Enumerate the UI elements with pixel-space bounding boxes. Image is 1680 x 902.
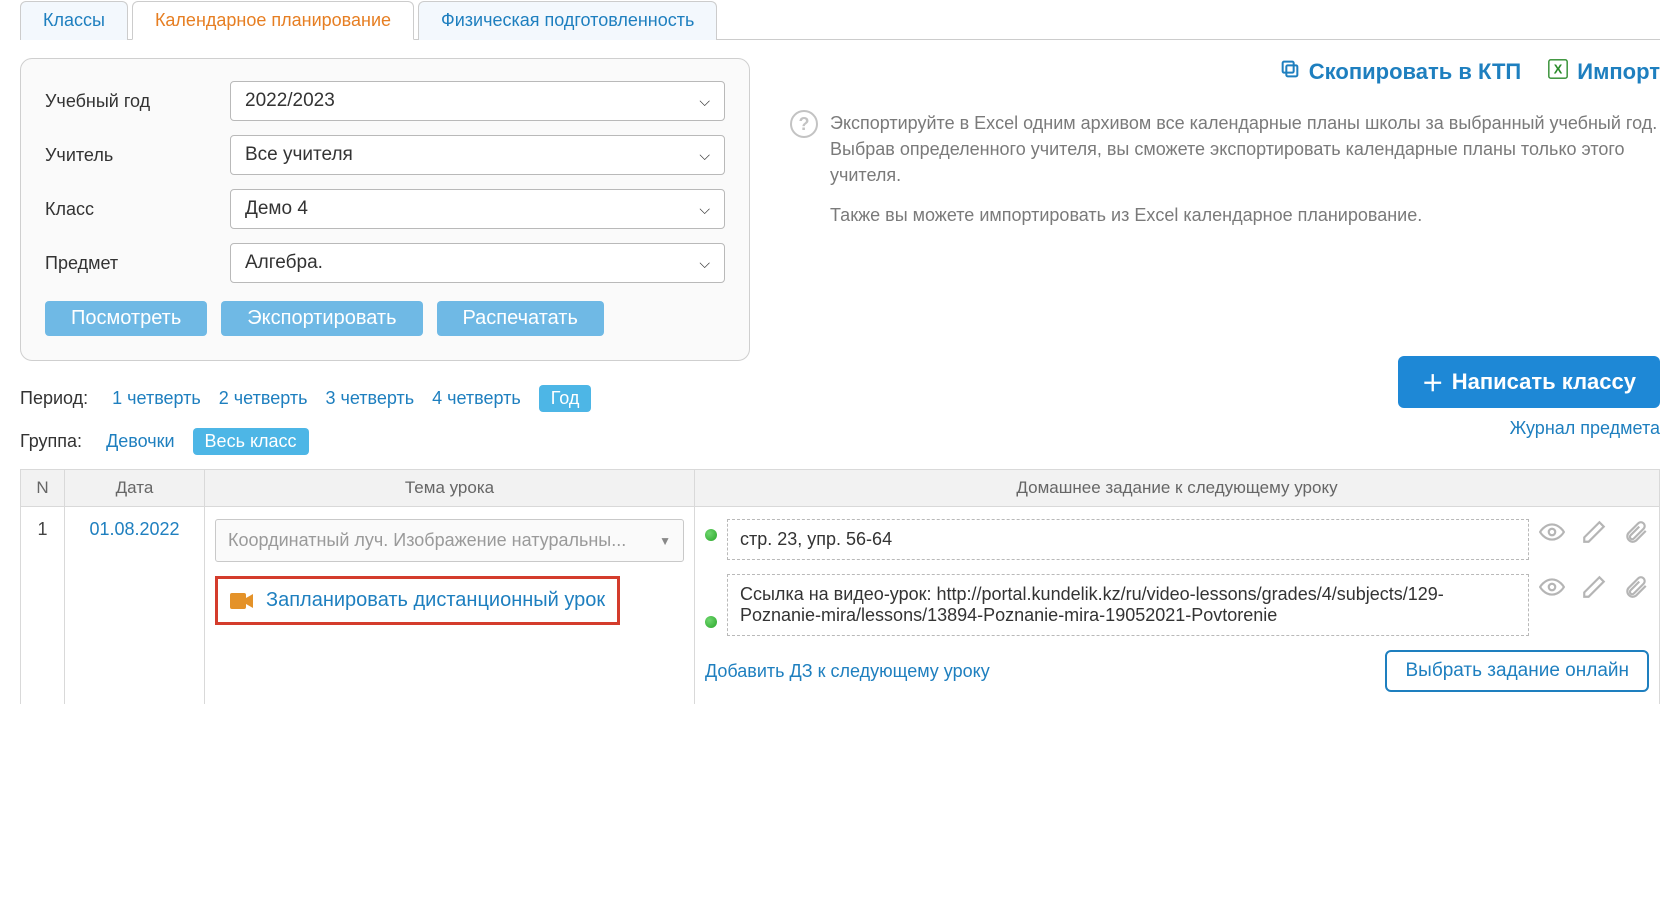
journal-link[interactable]: Журнал предмета xyxy=(1510,418,1660,439)
export-button[interactable]: Экспортировать xyxy=(221,301,422,336)
lessons-table: N Дата Тема урока Домашнее задание к сле… xyxy=(20,469,1660,704)
period-q2[interactable]: 2 четверть xyxy=(219,388,308,409)
subject-value: Алгебра. xyxy=(245,252,323,274)
topic-select[interactable]: Координатный луч. Изображение натуральны… xyxy=(215,519,684,562)
excel-icon: X xyxy=(1547,58,1569,86)
hw-text-2[interactable]: Ссылка на видео-урок: http://portal.kund… xyxy=(727,574,1529,636)
table-row: 1 01.08.2022 Координатный луч. Изображен… xyxy=(21,507,1660,705)
group-label: Группа: xyxy=(20,431,82,452)
tab-bar: Классы Календарное планирование Физическ… xyxy=(20,0,1660,40)
plan-distance-lesson[interactable]: Запланировать дистанционный урок xyxy=(215,576,620,625)
eye-icon[interactable] xyxy=(1539,574,1565,600)
filter-panel: Учебный год 2022/2023 ⌵ Учитель Все учит… xyxy=(20,58,750,361)
help-text: Экспортируйте в Excel одним архивом все … xyxy=(830,110,1660,228)
import-label: Импорт xyxy=(1577,59,1660,85)
teacher-select[interactable]: Все учителя ⌵ xyxy=(230,135,725,175)
view-button[interactable]: Посмотреть xyxy=(45,301,207,336)
write-class-button[interactable]: ＋ Написать классу xyxy=(1398,356,1660,408)
th-hw: Домашнее задание к следующему уроку xyxy=(695,470,1660,507)
help-text-2: Также вы можете импортировать из Excel к… xyxy=(830,202,1660,228)
pencil-icon[interactable] xyxy=(1581,519,1607,545)
class-select[interactable]: Демо 4 ⌵ xyxy=(230,189,725,229)
tab-classes[interactable]: Классы xyxy=(20,1,128,40)
subject-select[interactable]: Алгебра. ⌵ xyxy=(230,243,725,283)
teacher-value: Все учителя xyxy=(245,144,353,166)
cell-n: 1 xyxy=(21,507,65,705)
camera-icon xyxy=(230,592,254,610)
class-label: Класс xyxy=(45,199,230,220)
th-topic: Тема урока xyxy=(205,470,695,507)
chevron-down-icon: ⌵ xyxy=(699,93,710,110)
group-row: Группа: Девочки Весь класс xyxy=(20,428,309,455)
copy-ktp-link[interactable]: Скопировать в КТП xyxy=(1279,58,1521,86)
status-dot-icon xyxy=(705,529,717,541)
chevron-down-icon: ⌵ xyxy=(699,147,710,164)
print-button[interactable]: Распечатать xyxy=(437,301,604,336)
period-q3[interactable]: 3 четверть xyxy=(325,388,414,409)
add-hw-link[interactable]: Добавить ДЗ к следующему уроку xyxy=(705,661,990,682)
year-label: Учебный год xyxy=(45,91,230,112)
year-value: 2022/2023 xyxy=(245,90,335,112)
period-label: Период: xyxy=(20,388,88,409)
chevron-down-icon: ⌵ xyxy=(699,201,710,218)
table-header-row: N Дата Тема урока Домашнее задание к сле… xyxy=(21,470,1660,507)
paperclip-icon[interactable] xyxy=(1623,574,1649,600)
distance-link-label: Запланировать дистанционный урок xyxy=(266,589,605,612)
cell-date-link[interactable]: 01.08.2022 xyxy=(89,519,179,539)
period-q1[interactable]: 1 четверть xyxy=(112,388,201,409)
write-class-label: Написать классу xyxy=(1452,369,1636,395)
teacher-label: Учитель xyxy=(45,145,230,166)
pencil-icon[interactable] xyxy=(1581,574,1607,600)
svg-text:X: X xyxy=(1554,62,1563,77)
period-year[interactable]: Год xyxy=(539,385,592,412)
status-dot-icon xyxy=(705,616,717,628)
year-select[interactable]: 2022/2023 ⌵ xyxy=(230,81,725,121)
period-q4[interactable]: 4 четверть xyxy=(432,388,521,409)
th-date: Дата xyxy=(65,470,205,507)
eye-icon[interactable] xyxy=(1539,519,1565,545)
paperclip-icon[interactable] xyxy=(1623,519,1649,545)
group-girls[interactable]: Девочки xyxy=(106,431,174,452)
copy-icon xyxy=(1279,58,1301,86)
import-link[interactable]: X Импорт xyxy=(1547,58,1660,86)
class-value: Демо 4 xyxy=(245,198,308,220)
help-icon: ? xyxy=(790,110,818,138)
th-n: N xyxy=(21,470,65,507)
tab-planning[interactable]: Календарное планирование xyxy=(132,1,414,40)
copy-ktp-label: Скопировать в КТП xyxy=(1309,59,1521,85)
subject-label: Предмет xyxy=(45,253,230,274)
dropdown-triangle-icon: ▼ xyxy=(659,534,671,548)
plus-icon: ＋ xyxy=(1422,366,1444,398)
topic-placeholder: Координатный луч. Изображение натуральны… xyxy=(228,530,626,551)
group-all[interactable]: Весь класс xyxy=(193,428,309,455)
hw-text-1[interactable]: стр. 23, упр. 56-64 xyxy=(727,519,1529,560)
tab-fitness[interactable]: Физическая подготовленность xyxy=(418,1,717,40)
chevron-down-icon: ⌵ xyxy=(699,255,710,272)
choose-online-task-button[interactable]: Выбрать задание онлайн xyxy=(1385,650,1649,692)
help-text-1: Экспортируйте в Excel одним архивом все … xyxy=(830,110,1660,188)
